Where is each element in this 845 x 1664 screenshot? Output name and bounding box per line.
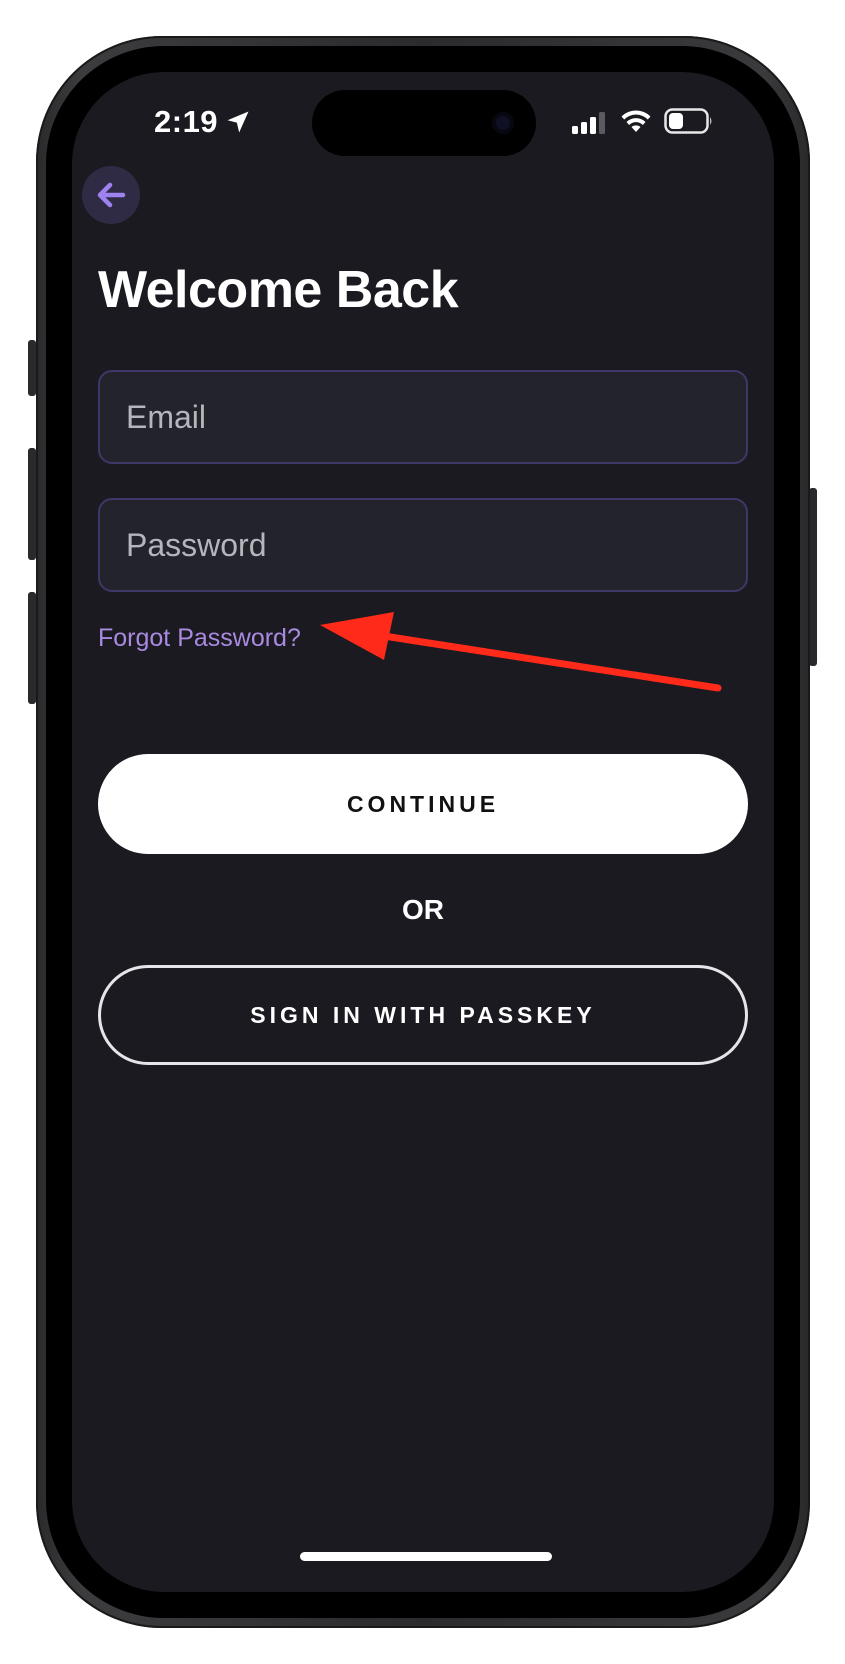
sign-in-with-passkey-button[interactable]: SIGN IN WITH PASSKEY <box>98 965 748 1065</box>
forgot-password-link[interactable]: Forgot Password? <box>98 624 301 653</box>
password-field[interactable] <box>98 498 748 592</box>
red-annotation-arrow <box>320 612 722 692</box>
wifi-icon <box>621 110 651 132</box>
volume-up-button <box>28 448 36 560</box>
action-button <box>28 340 36 396</box>
arrow-left-icon <box>97 182 126 208</box>
screenshot-stage: 2:19 Welcome Back Email Forgot Password?… <box>0 0 845 1664</box>
home-indicator <box>300 1552 552 1561</box>
continue-button[interactable]: CONTINUE <box>98 754 748 854</box>
front-camera <box>492 112 514 134</box>
back-button[interactable] <box>82 166 140 224</box>
status-time: 2:19 <box>154 104 219 139</box>
dynamic-island <box>312 90 536 156</box>
page-title: Welcome Back <box>98 261 459 319</box>
location-arrow-icon <box>227 111 249 133</box>
email-field[interactable] <box>98 370 748 464</box>
battery-icon <box>664 108 712 134</box>
cellular-signal-icon <box>572 112 605 134</box>
or-divider-label: OR <box>402 894 444 925</box>
volume-down-button <box>28 592 36 704</box>
phone-screen: 2:19 Welcome Back Email Forgot Password?… <box>72 72 774 1592</box>
power-button <box>809 488 817 666</box>
